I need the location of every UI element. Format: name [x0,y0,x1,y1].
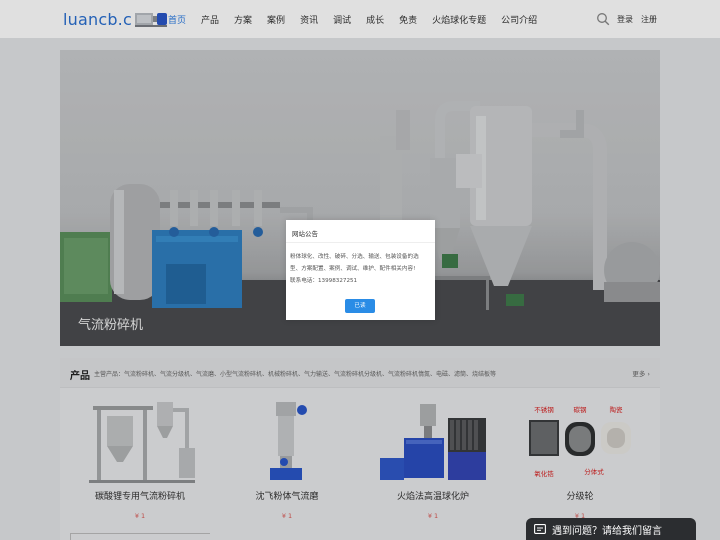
product-price: ¥ 1 [281,512,293,520]
nav-disclaimer[interactable]: 免责 [399,13,417,26]
next-row-thumbnail-edge [70,533,210,540]
chat-widget[interactable]: 遇到问题？请给我们留言 [526,518,696,540]
product-image [380,404,486,480]
nav-cases[interactable]: 案例 [267,13,285,26]
product-card[interactable]: 火焰法高温球化炉 ¥ 1 [358,398,508,528]
product-name: 碳酸锂专用气流粉碎机 [94,492,185,502]
announcement-modal: 网站公告 粉体球化、改性、破碎、分选、输送、包装设备的选 型、方案配置、案例、调… [286,220,435,320]
products-section: 产品 主营产品：气流粉碎机、气流分级机、气流磨、小型气流粉碎机、机械粉碎机、气力… [60,358,660,540]
nav-solutions[interactable]: 方案 [234,13,252,26]
wheel-label-ceramic: 陶瓷 [610,405,624,414]
site-logo[interactable]: luancb.c [63,8,169,30]
register-link[interactable]: 注册 [641,14,657,25]
nav-debug[interactable]: 调试 [333,13,351,26]
product-card[interactable]: 沈飞粉体气流磨 ¥ 1 [212,398,362,528]
nav-products[interactable]: 产品 [201,13,219,26]
nav-home[interactable]: 首页 [168,13,186,26]
nav-growth[interactable]: 成长 [366,13,384,26]
banner-caption: 气流粉碎机 [78,318,144,333]
modal-body-line: 型、方案配置、案例、调试、维护、配件相关内容! [290,266,416,272]
main-nav: 首页 产品 方案 案例 资讯 调试 成长 免责 火焰球化专题 公司介绍 [168,0,552,38]
modal-title: 网站公告 [292,230,318,238]
site-header: luancb.c 首页 产品 方案 案例 资讯 调试 成长 免责 火焰球化专题 … [0,0,720,38]
products-tags: 主营产品：气流粉碎机、气流分级机、气流磨、小型气流粉碎机、机械粉碎机、气力输送、… [94,371,497,378]
chat-label: 遇到问题？请给我们留言 [552,525,662,537]
message-icon [534,524,546,534]
product-image: 不锈钢 碳钢 陶瓷 氧化锆 分体式 [529,405,631,478]
product-name: 火焰法高温球化炉 [396,492,469,502]
search-icon[interactable] [596,12,610,26]
nav-about[interactable]: 公司介绍 [501,13,537,26]
modal-ok-button[interactable]: 已读 [345,299,375,313]
product-price: ¥ 1 [134,512,146,520]
wheel-label-zirconia: 氧化锆 [534,469,554,478]
wheel-label-carbon: 碳钢 [574,405,588,414]
products-more-link[interactable]: 更多 › [632,368,650,378]
logo-machine-icon [134,13,167,27]
wheel-label-split: 分体式 [584,467,604,476]
modal-body-line: 粉体球化、改性、破碎、分选、输送、包装设备的选 [290,254,419,260]
product-name: 分级轮 [566,492,594,502]
products-title: 产品 [70,371,90,382]
modal-header: 网站公告 [286,220,435,243]
modal-body: 粉体球化、改性、破碎、分选、输送、包装设备的选 型、方案配置、案例、调试、维护、… [290,251,430,287]
modal-body-line: 联系电话：13998327251 [290,278,358,284]
logo-text: luancb.c [63,9,132,29]
product-image [89,402,195,483]
wheel-label-stainless: 不锈钢 [534,405,554,414]
product-card[interactable]: 碳酸锂专用气流粉碎机 ¥ 1 [65,398,215,528]
product-price: ¥ 1 [427,512,439,520]
nav-flame-topic[interactable]: 火焰球化专题 [432,13,486,26]
products-header: 产品 主营产品：气流粉碎机、气流分级机、气流磨、小型气流粉碎机、机械粉碎机、气力… [60,358,660,388]
nav-news[interactable]: 资讯 [300,13,318,26]
product-image [270,402,307,480]
login-link[interactable]: 登录 [617,14,633,25]
product-name: 沈飞粉体气流磨 [255,492,319,502]
product-card[interactable]: 不锈钢 碳钢 陶瓷 氧化锆 分体式 分级轮 ¥ 1 [505,398,655,528]
